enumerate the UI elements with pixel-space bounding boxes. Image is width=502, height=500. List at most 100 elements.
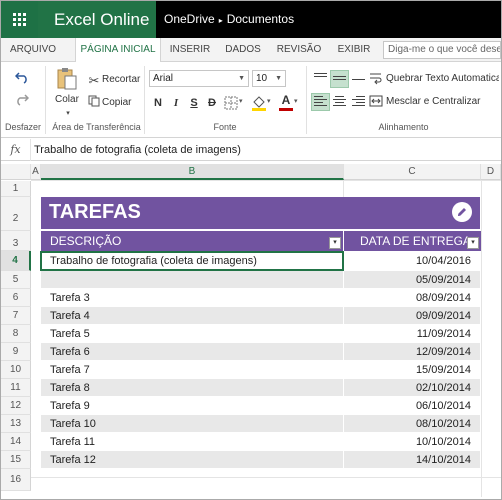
bold-button[interactable]: N [150,95,166,111]
active-cell-selection[interactable] [40,251,344,271]
font-color-button[interactable]: A [279,94,293,112]
tab-arquivo[interactable]: ARQUIVO [5,38,61,62]
row-header[interactable]: 1 [1,181,31,197]
task-description-cell[interactable]: Tarefa 12 [41,451,343,469]
copy-icon[interactable] [87,95,101,111]
row-header[interactable]: 6 [1,289,31,307]
tab-pagina-inicial[interactable]: PÁGINA INICIAL [75,38,161,63]
cut-icon[interactable]: ✂ [87,73,101,89]
redo-icon[interactable] [13,92,31,110]
row-header[interactable]: 15 [1,451,31,469]
tab-exibir[interactable]: EXIBIR [332,38,376,62]
due-date-cell[interactable]: 08/10/2014 [344,415,477,433]
breadcrumb-onedrive[interactable]: OneDrive [164,12,215,26]
tab-revisao[interactable]: REVISÃO [272,38,326,62]
task-description-cell[interactable]: Tarefa 11 [41,433,343,451]
due-date-cell[interactable]: 06/10/2014 [344,397,477,415]
font-name-select[interactable]: Arial ▼ [149,70,249,87]
wrap-text-button[interactable]: Quebrar Texto Automaticar [386,73,499,84]
merge-center-icon[interactable] [369,94,383,112]
due-date-cell[interactable]: 08/09/2014 [344,289,477,307]
app-launcher-button[interactable] [1,1,38,38]
row-header[interactable]: 3 [1,231,31,251]
row-header[interactable]: 16 [1,469,31,491]
italic-button[interactable]: I [168,95,184,111]
column-header-c[interactable]: C [344,164,481,180]
formula-input[interactable]: Trabalho de fotografia (coleta de imagen… [34,139,241,161]
font-group-label: Fonte [213,122,237,132]
column-header-b[interactable]: B [41,164,344,180]
tab-dados[interactable]: DADOS [220,38,266,62]
row-header[interactable]: 7 [1,307,31,325]
strikethrough-button[interactable]: D [204,95,220,111]
row-header[interactable]: 14 [1,433,31,451]
task-description-cell[interactable]: Tarefa 3 [41,289,343,307]
task-description-cell[interactable]: Tarefa 9 [41,397,343,415]
header-date[interactable]: DATA DE ENTREGA ▾ [344,231,481,251]
table-row: Tarefa 7 15/09/2014 [41,361,480,379]
column-header-d[interactable]: D [481,164,501,180]
row-header[interactable]: 2 [1,197,31,231]
due-date-cell[interactable]: 09/09/2014 [344,307,477,325]
fill-color-icon[interactable] [251,94,267,112]
align-center-icon[interactable] [331,94,348,110]
filter-dropdown-icon[interactable]: ▾ [329,237,341,249]
due-date-cell[interactable]: 15/09/2014 [344,361,477,379]
align-bottom-icon[interactable] [350,71,367,87]
task-description-cell[interactable] [41,271,343,289]
align-middle-icon[interactable] [330,70,349,88]
row-header[interactable]: 4 [1,251,31,271]
row-header[interactable]: 12 [1,397,31,415]
function-icon[interactable]: fx [1,139,31,161]
task-description-cell[interactable]: Tarefa 6 [41,343,343,361]
task-description-cell[interactable]: Tarefa 10 [41,415,343,433]
task-description-cell[interactable]: Tarefa 4 [41,307,343,325]
cut-button[interactable]: Recortar [102,74,140,85]
row-header[interactable]: 9 [1,343,31,361]
tell-me-search-input[interactable]: Diga-me o que você deseja [383,41,501,59]
app-brand[interactable]: Excel Online [38,1,156,38]
table-row: 05/09/2014 [41,271,480,289]
wrap-text-icon[interactable] [369,71,383,89]
align-right-icon[interactable] [350,94,367,110]
align-left-icon[interactable] [311,93,330,111]
gridline [481,180,482,497]
due-date-cell[interactable]: 10/04/2016 [344,251,477,271]
undo-icon[interactable] [13,70,31,88]
column-header-a[interactable]: A [31,164,41,180]
due-date-cell[interactable]: 12/09/2014 [344,343,477,361]
alignment-group-label: Alinhamento [378,122,429,132]
row-header[interactable]: 5 [1,271,31,289]
header-description[interactable]: DESCRIÇÃO ▾ [41,231,343,251]
tab-inserir[interactable]: INSERIR [166,38,214,62]
row-header[interactable]: 10 [1,361,31,379]
due-date-cell[interactable]: 05/09/2014 [344,271,477,289]
chevron-down-icon[interactable]: ▾ [267,97,271,105]
gridline [343,180,344,197]
row-header[interactable]: 13 [1,415,31,433]
filter-dropdown-icon[interactable]: ▾ [467,237,479,249]
due-date-cell[interactable]: 10/10/2014 [344,433,477,451]
task-description-cell[interactable]: Tarefa 7 [41,361,343,379]
paste-dropdown-icon[interactable]: ▾ [63,106,73,122]
borders-icon[interactable] [224,96,238,110]
font-size-select[interactable]: 10 ▼ [252,70,286,87]
task-description-cell[interactable]: Tarefa 8 [41,379,343,397]
merge-center-button[interactable]: Mesclar e Centralizar [386,96,480,107]
due-date-cell[interactable]: 14/10/2014 [344,451,477,469]
paste-button[interactable]: Colar [55,94,79,105]
row-header[interactable]: 11 [1,379,31,397]
chevron-down-icon[interactable]: ▾ [239,97,243,105]
underline-button[interactable]: S [186,95,202,111]
breadcrumb-documentos[interactable]: Documentos [227,12,294,26]
select-all-corner[interactable] [1,164,31,180]
chevron-down-icon[interactable]: ▾ [294,97,298,105]
edit-title-button[interactable] [452,202,472,222]
copy-button[interactable]: Copiar [102,97,131,108]
row-header[interactable]: 8 [1,325,31,343]
align-top-icon[interactable] [312,71,329,87]
due-date-cell[interactable]: 02/10/2014 [344,379,477,397]
task-description-cell[interactable]: Tarefa 5 [41,325,343,343]
paste-icon[interactable] [56,67,78,91]
due-date-cell[interactable]: 11/09/2014 [344,325,477,343]
